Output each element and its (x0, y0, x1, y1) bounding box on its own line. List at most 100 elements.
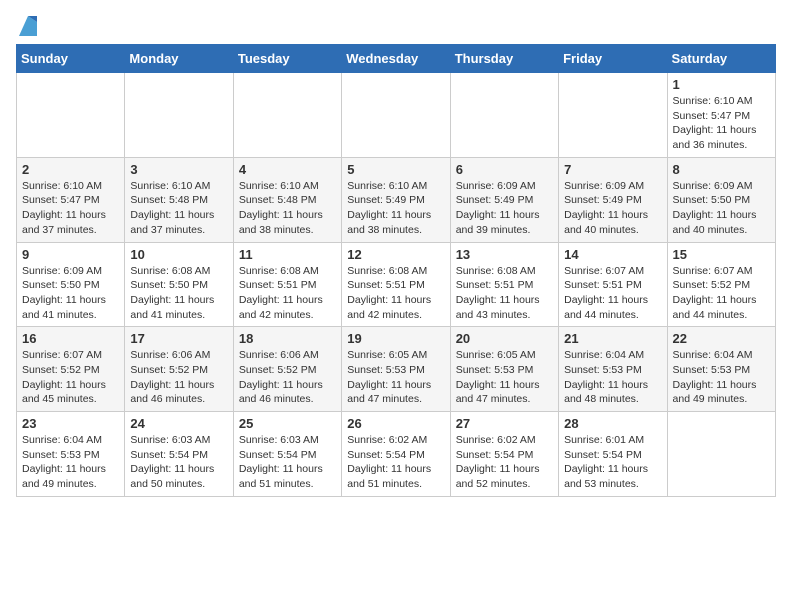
day-info: Sunrise: 6:07 AM Sunset: 5:51 PM Dayligh… (564, 264, 661, 323)
day-number: 15 (673, 247, 770, 262)
column-header-sunday: Sunday (17, 45, 125, 73)
calendar-cell: 16 Sunrise: 6:07 AM Sunset: 5:52 PM Dayli… (17, 327, 125, 412)
day-number: 16 (22, 331, 119, 346)
calendar-cell: 15 Sunrise: 6:07 AM Sunset: 5:52 PM Dayli… (667, 242, 775, 327)
day-number: 8 (673, 162, 770, 177)
column-header-saturday: Saturday (667, 45, 775, 73)
day-info: Sunrise: 6:10 AM Sunset: 5:47 PM Dayligh… (22, 179, 119, 238)
calendar-cell: 8 Sunrise: 6:09 AM Sunset: 5:50 PM Daylig… (667, 157, 775, 242)
day-info: Sunrise: 6:08 AM Sunset: 5:50 PM Dayligh… (130, 264, 227, 323)
day-info: Sunrise: 6:08 AM Sunset: 5:51 PM Dayligh… (239, 264, 336, 323)
day-info: Sunrise: 6:02 AM Sunset: 5:54 PM Dayligh… (347, 433, 444, 492)
day-info: Sunrise: 6:01 AM Sunset: 5:54 PM Dayligh… (564, 433, 661, 492)
calendar-cell: 7 Sunrise: 6:09 AM Sunset: 5:49 PM Daylig… (559, 157, 667, 242)
calendar-cell: 27Sunrise: 6:02 AM Sunset: 5:54 PM Dayli… (450, 412, 558, 497)
day-info: Sunrise: 6:05 AM Sunset: 5:53 PM Dayligh… (347, 348, 444, 407)
day-number: 11 (239, 247, 336, 262)
day-info: Sunrise: 6:09 AM Sunset: 5:49 PM Dayligh… (456, 179, 553, 238)
day-number: 21 (564, 331, 661, 346)
calendar-cell: 12 Sunrise: 6:08 AM Sunset: 5:51 PM Dayli… (342, 242, 450, 327)
day-info: Sunrise: 6:10 AM Sunset: 5:48 PM Dayligh… (130, 179, 227, 238)
calendar-cell: 23 Sunrise: 6:04 AM Sunset: 5:53 PM Dayli… (17, 412, 125, 497)
day-info: Sunrise: 6:03 AM Sunset: 5:54 PM Dayligh… (239, 433, 336, 492)
column-header-thursday: Thursday (450, 45, 558, 73)
calendar-cell: 5 Sunrise: 6:10 AM Sunset: 5:49 PM Daylig… (342, 157, 450, 242)
day-number: 14 (564, 247, 661, 262)
day-number: 2 (22, 162, 119, 177)
day-number: 3 (130, 162, 227, 177)
column-header-friday: Friday (559, 45, 667, 73)
calendar-cell: 21 Sunrise: 6:04 AM Sunset: 5:53 PM Dayli… (559, 327, 667, 412)
day-number: 19 (347, 331, 444, 346)
calendar-cell: 26 Sunrise: 6:02 AM Sunset: 5:54 PM Dayli… (342, 412, 450, 497)
calendar-cell (450, 73, 558, 158)
calendar-cell: 13 Sunrise: 6:08 AM Sunset: 5:51 PM Dayli… (450, 242, 558, 327)
calendar-cell: 18Sunrise: 6:06 AM Sunset: 5:52 PM Dayli… (233, 327, 341, 412)
day-number: 9 (22, 247, 119, 262)
day-info: Sunrise: 6:04 AM Sunset: 5:53 PM Dayligh… (564, 348, 661, 407)
day-number: 18 (239, 331, 336, 346)
calendar-header-row: SundayMondayTuesdayWednesdayThursdayFrid… (17, 45, 776, 73)
day-info: Sunrise: 6:08 AM Sunset: 5:51 PM Dayligh… (456, 264, 553, 323)
calendar-cell (233, 73, 341, 158)
day-number: 6 (456, 162, 553, 177)
day-number: 24 (130, 416, 227, 431)
day-info: Sunrise: 6:09 AM Sunset: 5:49 PM Dayligh… (564, 179, 661, 238)
calendar-cell: 14 Sunrise: 6:07 AM Sunset: 5:51 PM Dayli… (559, 242, 667, 327)
page-header (16, 16, 776, 36)
calendar-cell: 2 Sunrise: 6:10 AM Sunset: 5:47 PM Daylig… (17, 157, 125, 242)
day-info: Sunrise: 6:10 AM Sunset: 5:47 PM Dayligh… (673, 94, 770, 153)
day-info: Sunrise: 6:04 AM Sunset: 5:53 PM Dayligh… (673, 348, 770, 407)
calendar-cell: 19 Sunrise: 6:05 AM Sunset: 5:53 PM Dayli… (342, 327, 450, 412)
day-number: 5 (347, 162, 444, 177)
logo-icon (19, 16, 37, 36)
calendar-week-row: 23 Sunrise: 6:04 AM Sunset: 5:53 PM Dayli… (17, 412, 776, 497)
day-number: 20 (456, 331, 553, 346)
day-number: 22 (673, 331, 770, 346)
calendar-cell (125, 73, 233, 158)
calendar-cell (667, 412, 775, 497)
calendar-cell: 22 Sunrise: 6:04 AM Sunset: 5:53 PM Dayli… (667, 327, 775, 412)
calendar-cell: 20 Sunrise: 6:05 AM Sunset: 5:53 PM Dayli… (450, 327, 558, 412)
day-number: 28 (564, 416, 661, 431)
day-number: 25 (239, 416, 336, 431)
day-info: Sunrise: 6:07 AM Sunset: 5:52 PM Dayligh… (22, 348, 119, 407)
day-number: 10 (130, 247, 227, 262)
day-info: Sunrise: 6:07 AM Sunset: 5:52 PM Dayligh… (673, 264, 770, 323)
day-number: 23 (22, 416, 119, 431)
calendar-cell: 4Sunrise: 6:10 AM Sunset: 5:48 PM Daylig… (233, 157, 341, 242)
day-number: 4 (239, 162, 336, 177)
day-info: Sunrise: 6:08 AM Sunset: 5:51 PM Dayligh… (347, 264, 444, 323)
day-number: 13 (456, 247, 553, 262)
day-number: 26 (347, 416, 444, 431)
day-info: Sunrise: 6:10 AM Sunset: 5:49 PM Dayligh… (347, 179, 444, 238)
calendar-week-row: 1 Sunrise: 6:10 AM Sunset: 5:47 PM Daylig… (17, 73, 776, 158)
calendar-cell (17, 73, 125, 158)
day-number: 1 (673, 77, 770, 92)
calendar-cell: 17Sunrise: 6:06 AM Sunset: 5:52 PM Dayli… (125, 327, 233, 412)
day-info: Sunrise: 6:05 AM Sunset: 5:53 PM Dayligh… (456, 348, 553, 407)
calendar-cell: 24Sunrise: 6:03 AM Sunset: 5:54 PM Dayli… (125, 412, 233, 497)
calendar-week-row: 2 Sunrise: 6:10 AM Sunset: 5:47 PM Daylig… (17, 157, 776, 242)
calendar-week-row: 16 Sunrise: 6:07 AM Sunset: 5:52 PM Dayli… (17, 327, 776, 412)
calendar-cell: 28 Sunrise: 6:01 AM Sunset: 5:54 PM Dayli… (559, 412, 667, 497)
day-number: 7 (564, 162, 661, 177)
calendar-cell (342, 73, 450, 158)
day-info: Sunrise: 6:06 AM Sunset: 5:52 PM Dayligh… (130, 348, 227, 407)
calendar-cell (559, 73, 667, 158)
calendar-table: SundayMondayTuesdayWednesdayThursdayFrid… (16, 44, 776, 497)
calendar-cell: 9Sunrise: 6:09 AM Sunset: 5:50 PM Daylig… (17, 242, 125, 327)
day-info: Sunrise: 6:09 AM Sunset: 5:50 PM Dayligh… (673, 179, 770, 238)
day-info: Sunrise: 6:04 AM Sunset: 5:53 PM Dayligh… (22, 433, 119, 492)
calendar-cell: 1 Sunrise: 6:10 AM Sunset: 5:47 PM Daylig… (667, 73, 775, 158)
column-header-tuesday: Tuesday (233, 45, 341, 73)
calendar-cell: 10 Sunrise: 6:08 AM Sunset: 5:50 PM Dayli… (125, 242, 233, 327)
calendar-cell: 6 Sunrise: 6:09 AM Sunset: 5:49 PM Daylig… (450, 157, 558, 242)
logo (16, 16, 37, 36)
day-number: 12 (347, 247, 444, 262)
column-header-monday: Monday (125, 45, 233, 73)
calendar-cell: 11 Sunrise: 6:08 AM Sunset: 5:51 PM Dayli… (233, 242, 341, 327)
day-number: 27 (456, 416, 553, 431)
column-header-wednesday: Wednesday (342, 45, 450, 73)
calendar-week-row: 9Sunrise: 6:09 AM Sunset: 5:50 PM Daylig… (17, 242, 776, 327)
